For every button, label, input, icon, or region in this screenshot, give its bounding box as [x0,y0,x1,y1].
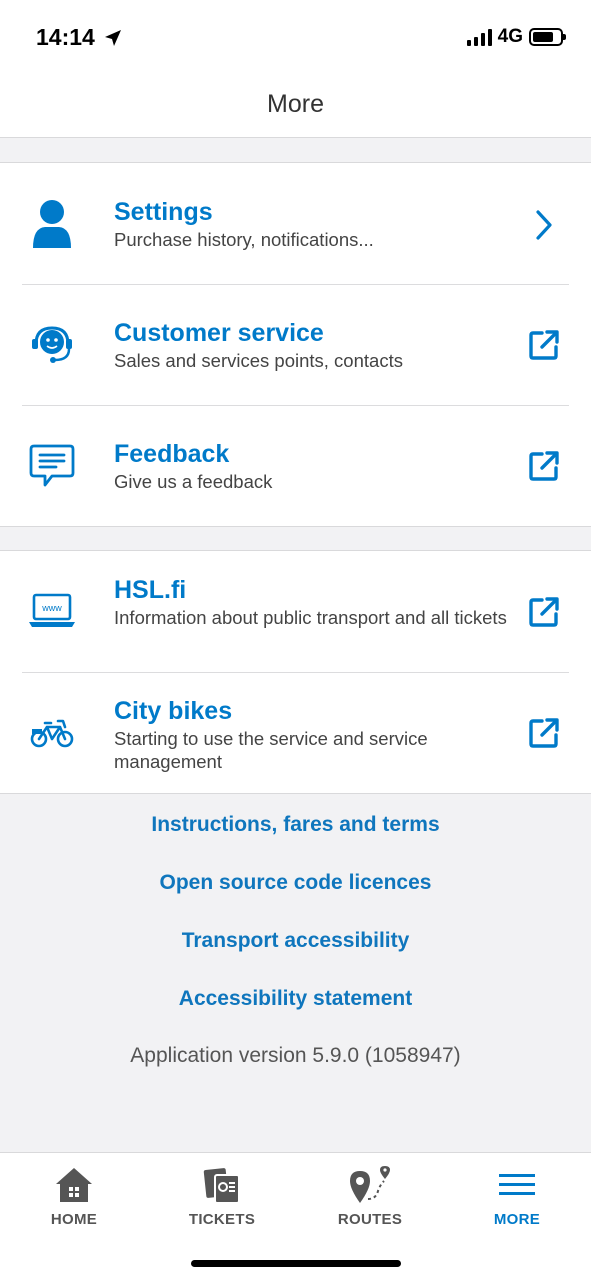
battery-icon [529,28,566,46]
tab-routes-label: ROUTES [337,1211,403,1228]
settings-subtitle: Purchase history, notifications... [114,229,374,250]
location-arrow-icon [104,29,121,46]
chevron-right-icon[interactable] [527,208,561,242]
customer-service-subtitle: Sales and services points, contacts [114,350,403,371]
tab-tickets[interactable]: TICKETS [148,1161,296,1228]
tab-tickets-label: TICKETS [188,1211,256,1228]
tab-routes[interactable]: ROUTES [296,1161,444,1228]
menu-group-main: Settings Purchase history, notifications… [0,162,591,527]
person-icon [24,195,80,251]
external-link-icon[interactable] [527,716,561,750]
city-bikes-subtitle: Starting to use the service and service … [114,728,428,772]
tab-more[interactable]: MORE [443,1161,591,1228]
menu-item-customer-service[interactable]: Customer service Sales and services poin… [0,284,591,405]
menu-group-external: www HSL.fi Information about public tran… [0,550,591,794]
tickets-icon [148,1161,296,1209]
external-link-icon[interactable] [527,595,561,629]
clock: 14:14 [36,24,95,50]
tab-home[interactable]: HOME [0,1161,148,1228]
routes-icon [296,1161,444,1209]
tab-home-label: HOME [50,1211,98,1228]
customer-service-title: Customer service [114,319,324,347]
laptop-www-icon: www [24,583,80,639]
feedback-subtitle: Give us a feedback [114,471,273,492]
link-open-source-licences[interactable]: Open source code licences [0,854,591,912]
city-bikes-title: City bikes [114,697,233,725]
status-bar: 14:14 4G [0,0,591,72]
home-icon [0,1161,148,1209]
feedback-title: Feedback [114,440,230,468]
status-indicators: 4G [466,26,566,48]
tab-more-label: MORE [493,1211,541,1228]
status-time: 14:14 [36,24,123,51]
signal-icon [466,28,492,46]
menu-item-settings[interactable]: Settings Purchase history, notifications… [0,163,591,284]
menu-item-feedback[interactable]: Feedback Give us a feedback [0,405,591,526]
link-accessibility-statement[interactable]: Accessibility statement [0,970,591,1028]
network-type: 4G [497,26,523,47]
hsl-fi-subtitle: Information about public transport and a… [114,607,507,628]
info-links: Instructions, fares and terms Open sourc… [0,796,591,1084]
headset-icon [24,316,80,372]
link-transport-accessibility[interactable]: Transport accessibility [0,912,591,970]
external-link-icon[interactable] [527,449,561,483]
home-indicator[interactable] [191,1260,401,1267]
hsl-fi-title: HSL.fi [114,576,187,604]
chat-bubble-icon [24,437,80,493]
svg-text:www: www [41,603,62,613]
settings-title: Settings [114,198,213,226]
page-title: More [267,90,324,118]
external-link-icon[interactable] [527,328,561,362]
app-version: Application version 5.9.0 (1058947) [130,1044,461,1067]
page-header: More [0,72,591,138]
menu-item-city-bikes[interactable]: City bikes Starting to use the service a… [0,672,591,793]
bike-icon [24,704,80,760]
menu-icon [443,1161,591,1209]
link-instructions-fares-terms[interactable]: Instructions, fares and terms [0,796,591,854]
menu-item-hsl-fi[interactable]: www HSL.fi Information about public tran… [0,551,591,672]
